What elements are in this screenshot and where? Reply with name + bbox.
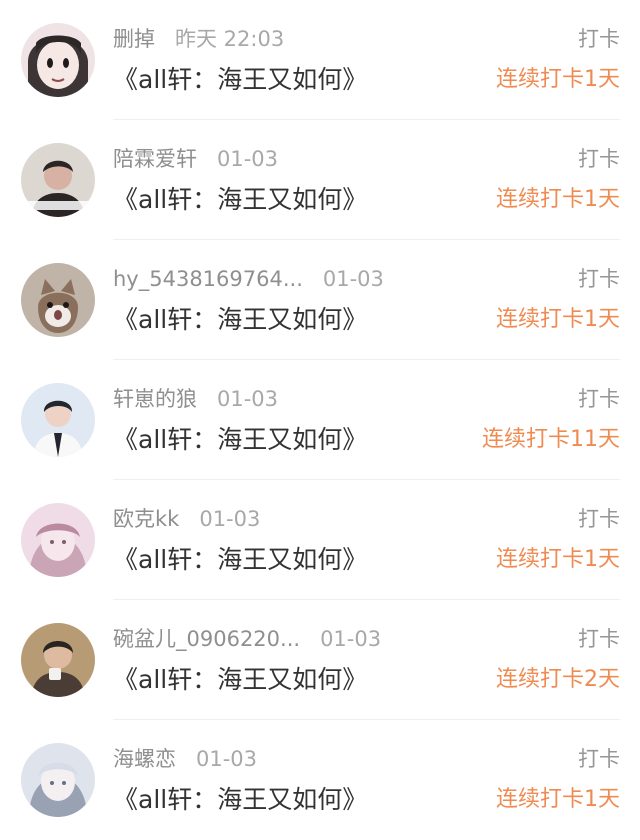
username[interactable]: 删掉 xyxy=(113,24,155,54)
book-title[interactable]: 《all轩：海王又如何》 xyxy=(113,542,367,578)
avatar[interactable] xyxy=(21,143,95,217)
list-item[interactable]: 海螺恋 01-03 《all轩：海王又如何》 打卡 连续打卡1天 xyxy=(0,720,640,840)
checkin-label: 打卡 xyxy=(578,267,620,291)
username[interactable]: hy_5438169764... xyxy=(113,264,303,294)
white-hair-avatar-icon xyxy=(21,743,95,817)
checkin-label: 打卡 xyxy=(578,27,620,51)
anime-girl-avatar-icon xyxy=(21,23,95,97)
streak-badge: 连续打卡1天 xyxy=(496,787,620,812)
username[interactable]: 欧克kk xyxy=(113,504,179,534)
item-meta: 删掉 昨天 22:03 xyxy=(113,24,284,54)
checkin-list: 删掉 昨天 22:03 《all轩：海王又如何》 打卡 连续打卡1天 陪霖爱轩 01… xyxy=(0,0,640,825)
avatar[interactable] xyxy=(21,623,95,697)
book-title[interactable]: 《all轩：海王又如何》 xyxy=(113,662,367,698)
timestamp: 01-03 xyxy=(217,147,279,171)
item-meta: 轩崽的狼 01-03 xyxy=(113,384,278,414)
list-item[interactable]: 陪霖爱轩 01-03 《all轩：海王又如何》 打卡 连续打卡1天 xyxy=(0,120,640,240)
man-portrait-avatar-icon xyxy=(21,623,95,697)
item-meta: 碗盆儿_0906220... 01-03 xyxy=(113,624,381,654)
list-item[interactable]: 欧克kk 01-03 《all轩：海王又如何》 打卡 连续打卡1天 xyxy=(0,480,640,600)
username[interactable]: 陪霖爱轩 xyxy=(113,144,197,174)
timestamp: 01-03 xyxy=(320,627,382,651)
list-item[interactable]: 碗盆儿_0906220... 01-03 《all轩：海王又如何》 打卡 连续打卡… xyxy=(0,600,640,720)
avatar[interactable] xyxy=(21,23,95,97)
list-item[interactable]: 轩崽的狼 01-03 《all轩：海王又如何》 打卡 连续打卡11天 xyxy=(0,360,640,480)
timestamp: 01-03 xyxy=(196,747,258,771)
pink-anime-avatar-icon xyxy=(21,503,95,577)
streak-badge: 连续打卡1天 xyxy=(496,547,620,572)
checkin-label: 打卡 xyxy=(578,507,620,531)
checkin-label: 打卡 xyxy=(578,387,620,411)
book-title[interactable]: 《all轩：海王又如何》 xyxy=(113,422,367,458)
cat-avatar-icon xyxy=(21,263,95,337)
list-item[interactable]: 删掉 昨天 22:03 《all轩：海王又如何》 打卡 连续打卡1天 xyxy=(0,0,640,120)
username[interactable]: 轩崽的狼 xyxy=(113,384,197,414)
avatar[interactable] xyxy=(21,383,95,457)
streak-badge: 连续打卡1天 xyxy=(496,67,620,92)
timestamp: 01-03 xyxy=(322,267,384,291)
item-meta: 欧克kk 01-03 xyxy=(113,504,260,534)
item-meta: hy_5438169764... 01-03 xyxy=(113,264,384,294)
avatar[interactable] xyxy=(21,263,95,337)
avatar[interactable] xyxy=(21,743,95,817)
checkin-label: 打卡 xyxy=(578,747,620,771)
young-man-avatar-icon xyxy=(21,143,95,217)
username[interactable]: 碗盆儿_0906220... xyxy=(113,624,300,654)
book-title[interactable]: 《all轩：海王又如何》 xyxy=(113,182,367,218)
streak-badge: 连续打卡2天 xyxy=(496,667,620,692)
item-meta: 海螺恋 01-03 xyxy=(113,744,257,774)
book-title[interactable]: 《all轩：海王又如何》 xyxy=(113,782,367,818)
checkin-label: 打卡 xyxy=(578,627,620,651)
streak-badge: 连续打卡11天 xyxy=(482,427,620,452)
avatar[interactable] xyxy=(21,503,95,577)
checkin-label: 打卡 xyxy=(578,147,620,171)
book-title[interactable]: 《all轩：海王又如何》 xyxy=(113,302,367,338)
streak-badge: 连续打卡1天 xyxy=(496,307,620,332)
timestamp: 昨天 22:03 xyxy=(175,27,285,51)
list-item[interactable]: hy_5438169764... 01-03 《all轩：海王又如何》 打卡 连续… xyxy=(0,240,640,360)
boy-avatar-icon xyxy=(21,383,95,457)
book-title[interactable]: 《all轩：海王又如何》 xyxy=(113,62,367,98)
streak-badge: 连续打卡1天 xyxy=(496,187,620,212)
timestamp: 01-03 xyxy=(199,507,261,531)
item-meta: 陪霖爱轩 01-03 xyxy=(113,144,278,174)
username[interactable]: 海螺恋 xyxy=(113,744,176,774)
timestamp: 01-03 xyxy=(217,387,279,411)
